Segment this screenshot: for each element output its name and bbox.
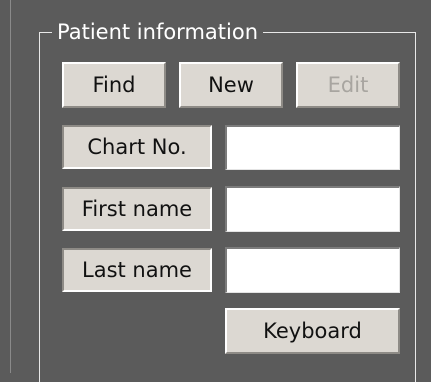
group-title: Patient information bbox=[52, 19, 263, 45]
edit-button[interactable]: Edit bbox=[296, 62, 400, 108]
chart-no-field[interactable] bbox=[225, 125, 400, 170]
chart-no-label: Chart No. bbox=[62, 125, 212, 169]
first-name-label: First name bbox=[62, 187, 212, 231]
last-name-label: Last name bbox=[62, 248, 212, 292]
last-name-field[interactable] bbox=[225, 247, 400, 293]
new-button[interactable]: New bbox=[179, 62, 283, 108]
left-divider bbox=[10, 0, 11, 373]
keyboard-button[interactable]: Keyboard bbox=[225, 308, 400, 354]
find-button[interactable]: Find bbox=[62, 62, 166, 108]
first-name-field[interactable] bbox=[225, 186, 400, 232]
